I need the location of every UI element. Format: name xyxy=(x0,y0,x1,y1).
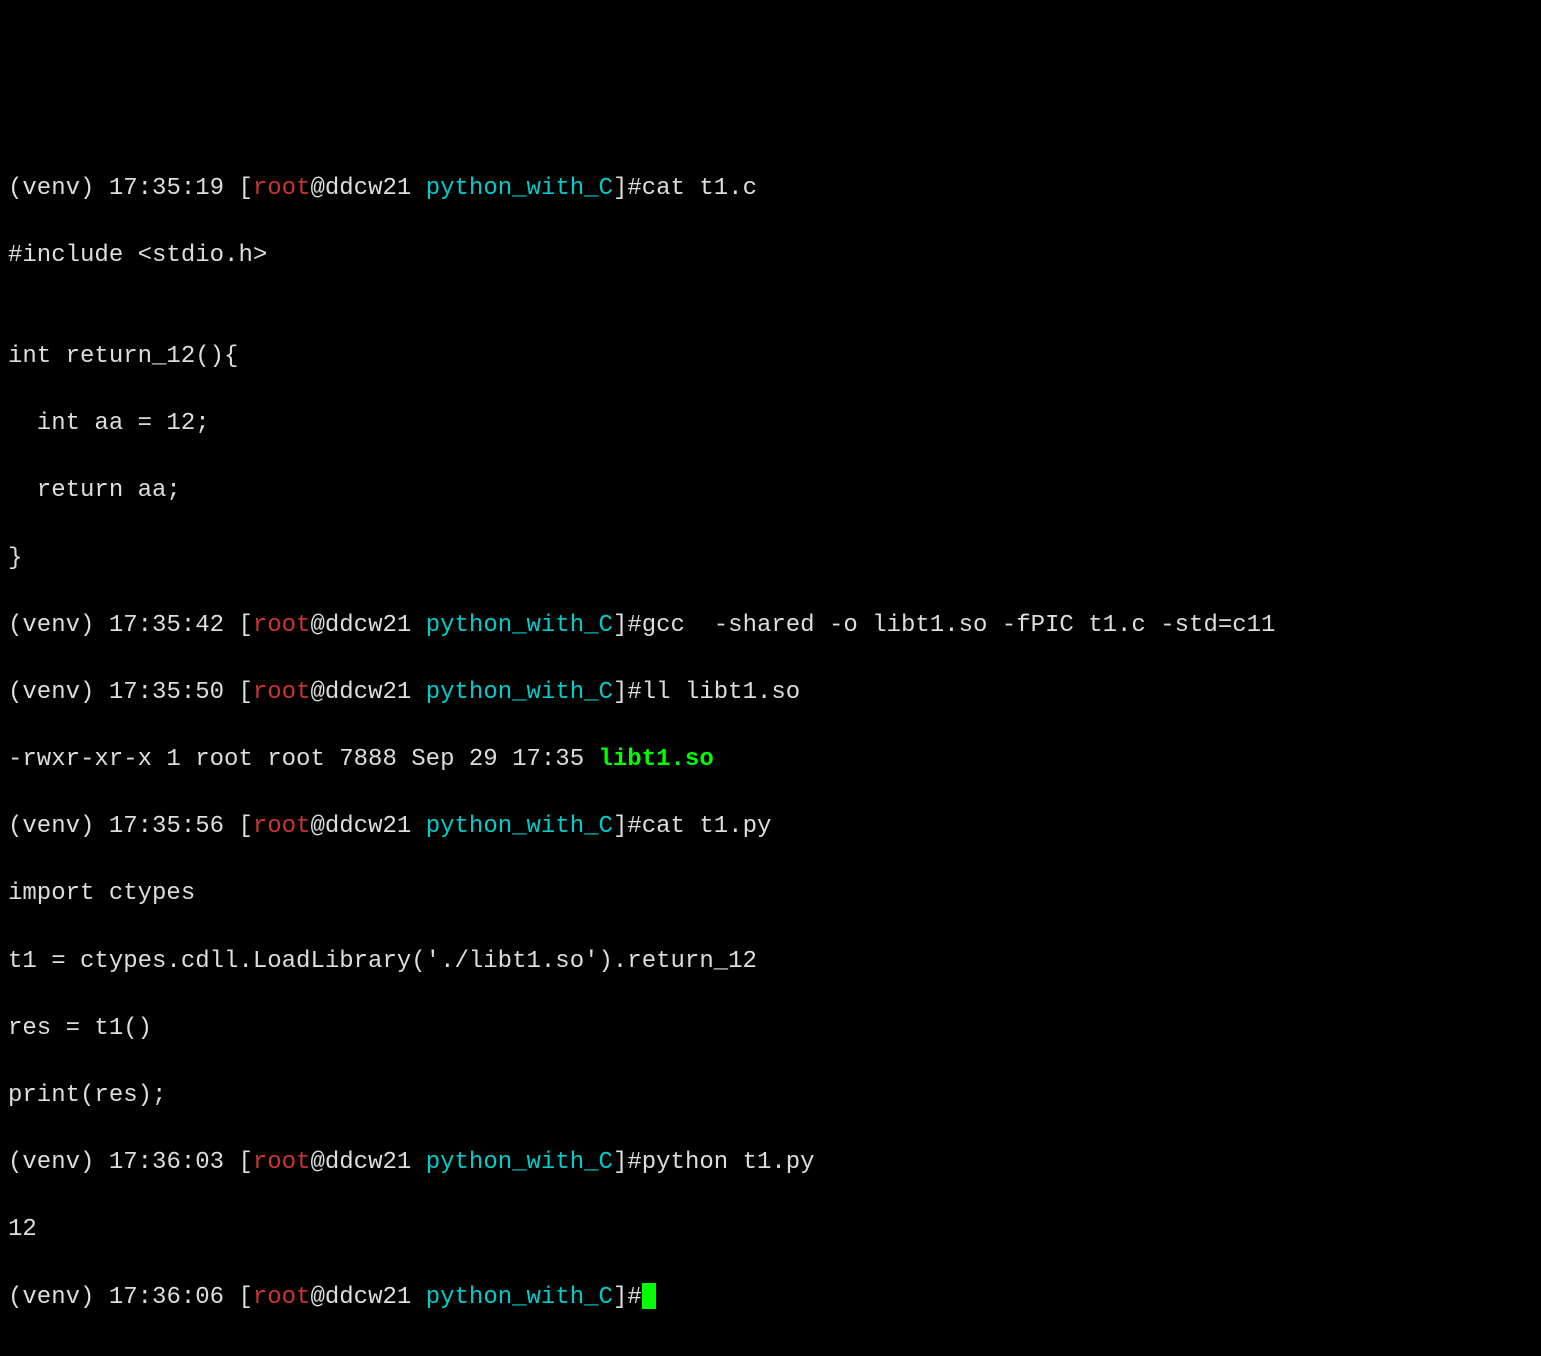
timestamp: 17:35:56 xyxy=(109,813,224,840)
prompt-user: root xyxy=(253,1149,311,1176)
output-c-line: } xyxy=(8,542,1533,576)
output-run-line: 12 xyxy=(8,1213,1533,1247)
venv-tag: (venv) xyxy=(8,612,94,639)
timestamp: 17:35:50 xyxy=(109,679,224,706)
output-c-line: #include <stdio.h> xyxy=(8,239,1533,273)
prompt-host: ddcw21 xyxy=(325,1149,411,1176)
output-c-line: int aa = 12; xyxy=(8,407,1533,441)
prompt-user: root xyxy=(253,175,311,202)
command-cat-c: cat t1.c xyxy=(642,175,757,202)
venv-tag: (venv) xyxy=(8,679,94,706)
output-ll-line: -rwxr-xr-x 1 root root 7888 Sep 29 17:35… xyxy=(8,743,1533,777)
prompt-dir: python_with_C xyxy=(426,612,613,639)
timestamp: 17:35:42 xyxy=(109,612,224,639)
file-listing-meta: -rwxr-xr-x 1 root root 7888 Sep 29 17:35 xyxy=(8,746,599,773)
command-cat-py: cat t1.py xyxy=(642,813,772,840)
prompt-dir: python_with_C xyxy=(426,175,613,202)
prompt-host: ddcw21 xyxy=(325,612,411,639)
terminal[interactable]: (venv) 17:35:19 [root@ddcw21 python_with… xyxy=(8,138,1533,1347)
prompt-user: root xyxy=(253,679,311,706)
prompt-dir: python_with_C xyxy=(426,1149,613,1176)
output-c-line: return aa; xyxy=(8,474,1533,508)
command-gcc: gcc -shared -o libt1.so -fPIC t1.c -std=… xyxy=(642,612,1276,639)
prompt-host: ddcw21 xyxy=(325,1284,411,1311)
timestamp: 17:35:19 xyxy=(109,175,224,202)
prompt-host: ddcw21 xyxy=(325,175,411,202)
prompt-line-5: (venv) 17:36:03 [root@ddcw21 python_with… xyxy=(8,1146,1533,1180)
venv-tag: (venv) xyxy=(8,1149,94,1176)
output-py-line: t1 = ctypes.cdll.LoadLibrary('./libt1.so… xyxy=(8,945,1533,979)
prompt-user: root xyxy=(253,1284,311,1311)
timestamp: 17:36:06 xyxy=(109,1284,224,1311)
prompt-line-6: (venv) 17:36:06 [root@ddcw21 python_with… xyxy=(8,1281,1533,1315)
command-python: python t1.py xyxy=(642,1149,815,1176)
output-py-line: import ctypes xyxy=(8,877,1533,911)
cursor-icon xyxy=(642,1283,656,1309)
prompt-user: root xyxy=(253,813,311,840)
file-listing-name: libt1.so xyxy=(599,746,714,773)
timestamp: 17:36:03 xyxy=(109,1149,224,1176)
output-c-line: int return_12(){ xyxy=(8,340,1533,374)
output-py-line: res = t1() xyxy=(8,1012,1533,1046)
prompt-user: root xyxy=(253,612,311,639)
prompt-line-1: (venv) 17:35:19 [root@ddcw21 python_with… xyxy=(8,172,1533,206)
prompt-line-2: (venv) 17:35:42 [root@ddcw21 python_with… xyxy=(8,609,1533,643)
prompt-dir: python_with_C xyxy=(426,1284,613,1311)
venv-tag: (venv) xyxy=(8,813,94,840)
prompt-line-4: (venv) 17:35:56 [root@ddcw21 python_with… xyxy=(8,810,1533,844)
prompt-line-3: (venv) 17:35:50 [root@ddcw21 python_with… xyxy=(8,676,1533,710)
output-py-line: print(res); xyxy=(8,1079,1533,1113)
command-ll: ll libt1.so xyxy=(642,679,815,706)
venv-tag: (venv) xyxy=(8,175,94,202)
prompt-host: ddcw21 xyxy=(325,813,411,840)
prompt-dir: python_with_C xyxy=(426,679,613,706)
venv-tag: (venv) xyxy=(8,1284,94,1311)
prompt-dir: python_with_C xyxy=(426,813,613,840)
prompt-host: ddcw21 xyxy=(325,679,411,706)
